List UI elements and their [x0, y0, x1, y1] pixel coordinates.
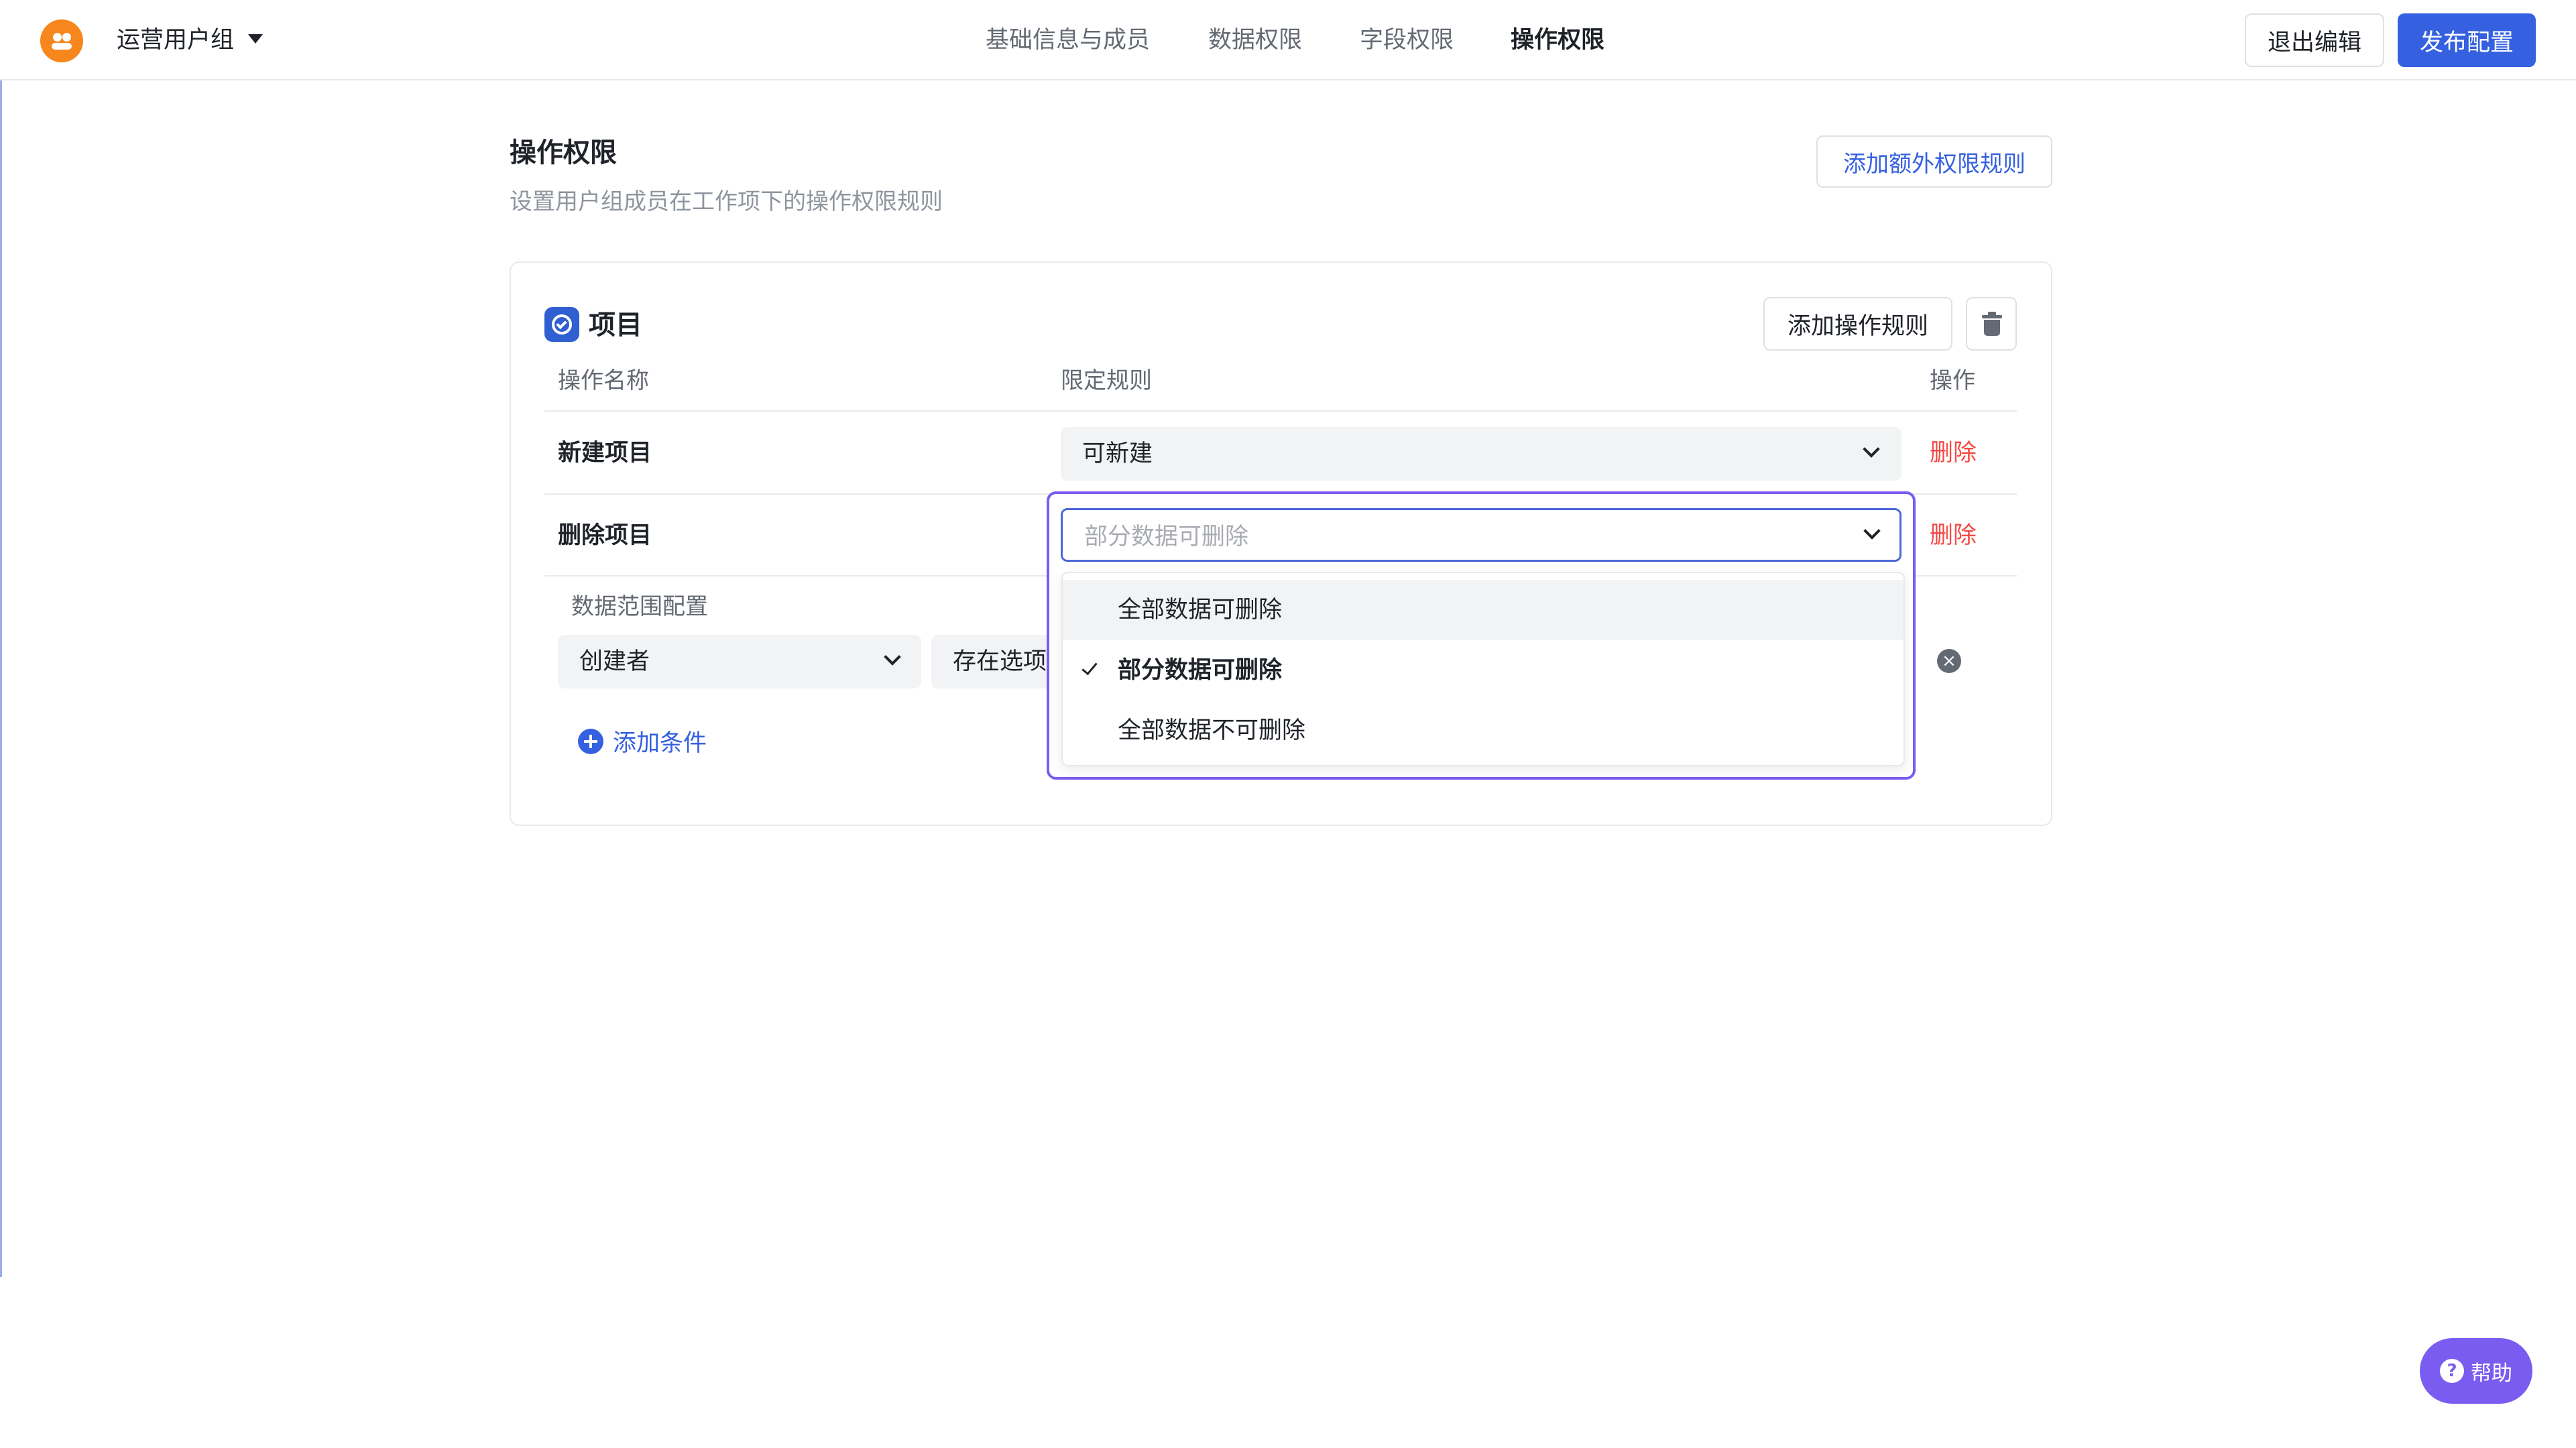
help-label: 帮助 — [2471, 1361, 2512, 1386]
group-switcher-label[interactable]: 运营用户组 — [117, 25, 234, 55]
chevron-down-icon — [884, 648, 901, 666]
rule-select-create[interactable]: 可新建 — [1061, 427, 1901, 481]
publish-config-button[interactable]: 发布配置 — [2398, 13, 2536, 67]
data-scope-label: 数据范围配置 — [571, 593, 708, 620]
rule-dropdown-menu: 全部数据可删除 部分数据可删除 全部数据不可删除 — [1061, 572, 1905, 766]
caret-down-icon[interactable] — [248, 34, 263, 44]
group-logo-icon — [40, 19, 83, 62]
delete-card-button[interactable] — [1966, 297, 2017, 351]
scope-operator-value: 存在选项 — [953, 648, 1047, 675]
dropdown-option[interactable]: 全部数据可删除 — [1063, 580, 1904, 640]
chevron-down-icon — [1863, 440, 1880, 458]
header-divider — [544, 410, 2017, 412]
exit-edit-button[interactable]: 退出编辑 — [2245, 13, 2384, 67]
tab-operation-permission[interactable]: 操作权限 — [1511, 25, 1604, 55]
check-circle-icon — [544, 307, 579, 342]
dropdown-option-selected[interactable]: 部分数据可删除 — [1063, 640, 1904, 701]
tab-data-permission[interactable]: 数据权限 — [1208, 25, 1302, 55]
row-name-delete: 删除项目 — [558, 522, 652, 549]
chevron-down-icon — [1863, 522, 1881, 540]
column-header-action: 操作 — [1930, 367, 1975, 394]
scope-field-value: 创建者 — [579, 648, 650, 675]
column-header-name: 操作名称 — [558, 367, 649, 394]
tab-basic-info[interactable]: 基础信息与成员 — [986, 25, 1150, 55]
remove-condition-icon[interactable]: × — [1937, 649, 1961, 673]
delete-row-link[interactable]: 删除 — [1930, 438, 1977, 468]
dropdown-option-label: 部分数据可删除 — [1118, 657, 1283, 684]
delete-row-link[interactable]: 删除 — [1930, 521, 1977, 550]
rule-select-value: 可新建 — [1082, 440, 1153, 467]
page-title: 操作权限 — [510, 137, 617, 168]
rule-select-value: 部分数据可删除 — [1084, 524, 1249, 550]
add-condition-button[interactable]: 添加条件 — [578, 724, 707, 758]
row-name-create: 新建项目 — [558, 440, 652, 467]
column-header-rule: 限定规则 — [1061, 367, 1152, 394]
help-button[interactable]: ? 帮助 — [2420, 1338, 2532, 1404]
add-operation-rule-button[interactable]: 添加操作规则 — [1763, 297, 1952, 351]
check-icon — [1081, 658, 1098, 676]
top-header: 运营用户组 基础信息与成员 数据权限 字段权限 操作权限 退出编辑 发布配置 — [0, 0, 2576, 80]
plus-circle-icon — [578, 728, 603, 754]
dropdown-option[interactable]: 全部数据不可删除 — [1063, 701, 1904, 761]
rule-select-delete[interactable]: 部分数据可删除 — [1061, 508, 1901, 562]
page-description: 设置用户组成员在工作项下的操作权限规则 — [510, 188, 943, 215]
add-condition-label: 添加条件 — [613, 730, 707, 757]
question-icon: ? — [2440, 1359, 2464, 1383]
tab-field-permission[interactable]: 字段权限 — [1360, 25, 1454, 55]
left-edge-line — [0, 0, 2, 1277]
card-title: 项目 — [589, 310, 642, 341]
add-extra-rule-button[interactable]: 添加额外权限规则 — [1816, 135, 2052, 188]
scope-field-select[interactable]: 创建者 — [558, 635, 921, 688]
